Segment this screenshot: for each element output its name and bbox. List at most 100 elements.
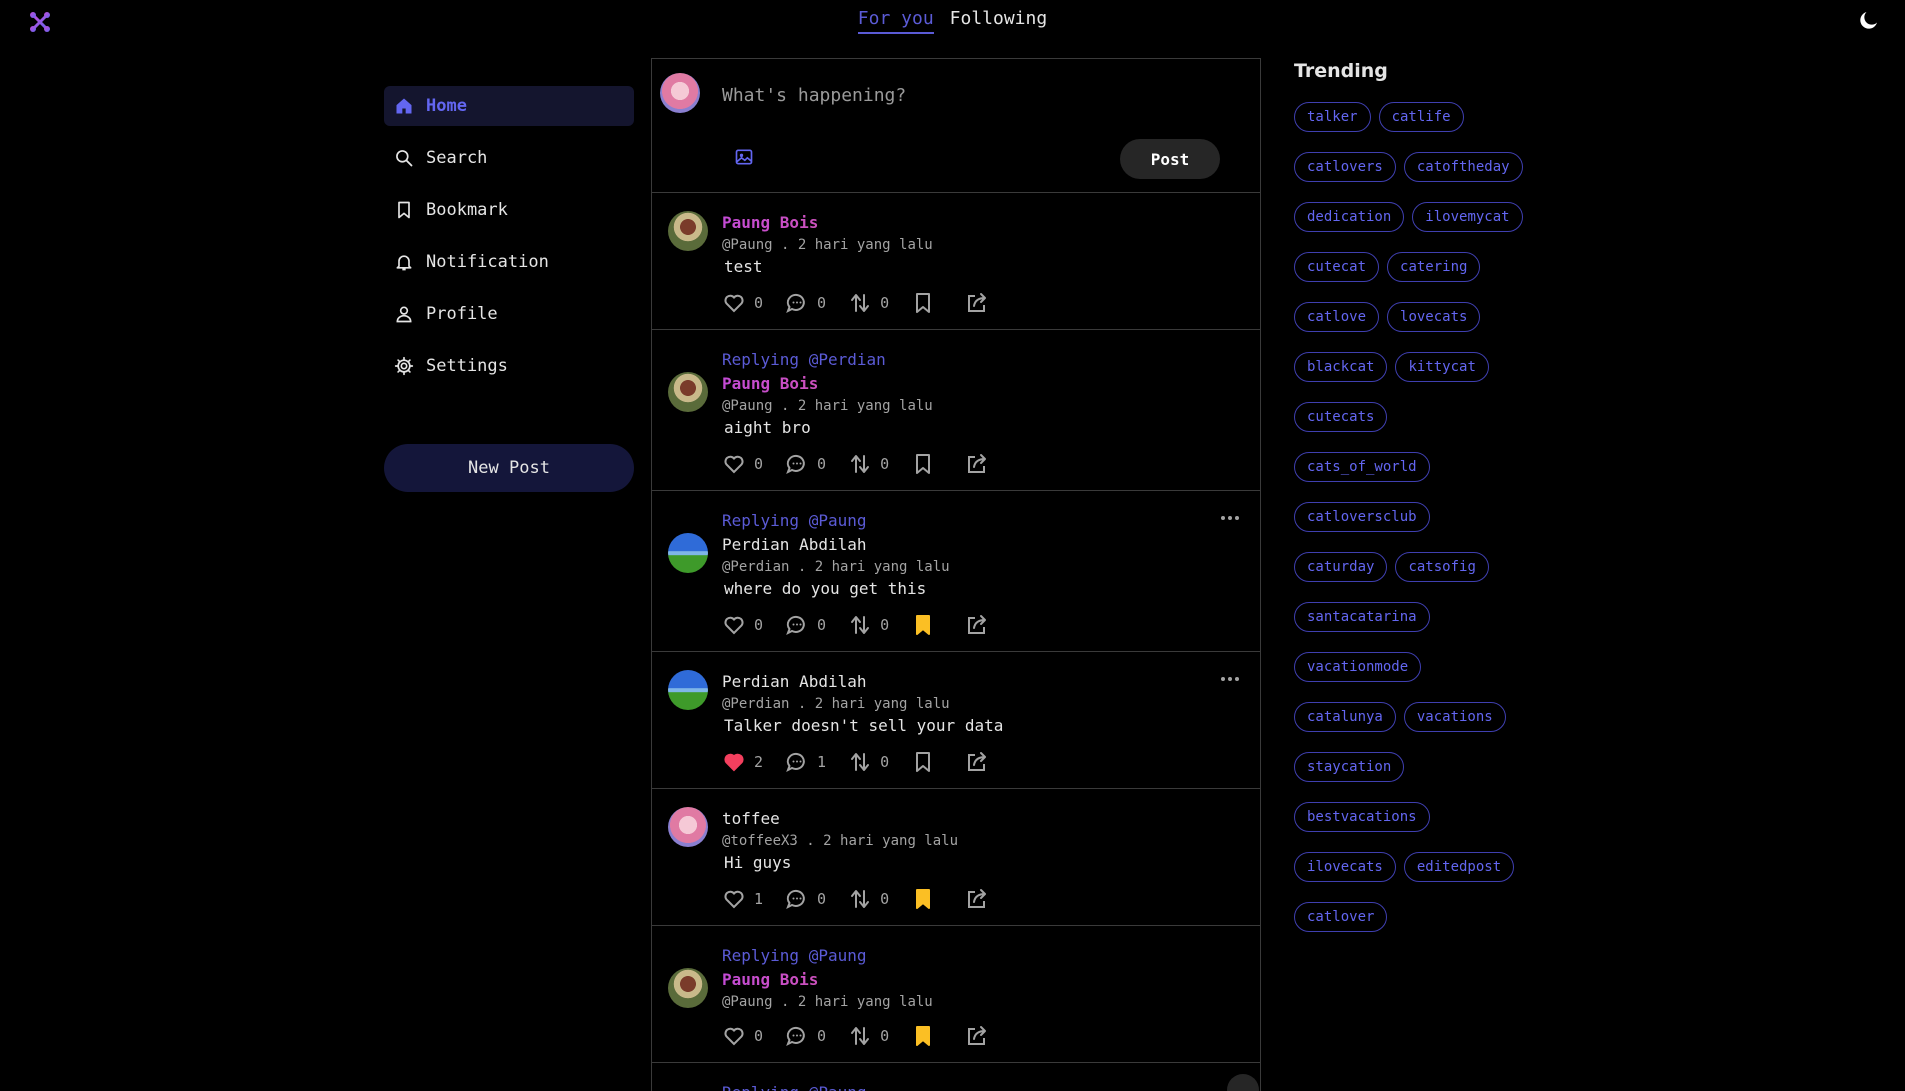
trending-tag[interactable]: catlover xyxy=(1294,902,1388,932)
trending-tag[interactable]: bestvacations xyxy=(1294,802,1430,832)
avatar[interactable] xyxy=(668,968,708,1008)
post-author[interactable]: Paung Bois xyxy=(722,372,1244,396)
like-button[interactable]: 0 xyxy=(722,452,763,476)
avatar[interactable] xyxy=(668,670,708,710)
post-item[interactable]: Replying @Paung Perdian Abdilah @Perdian… xyxy=(652,491,1260,652)
comment-button[interactable]: 0 xyxy=(785,887,826,911)
trending-tag[interactable]: catoftheday xyxy=(1403,152,1523,182)
trending-tag[interactable]: blackcat xyxy=(1294,352,1388,382)
composer-input[interactable] xyxy=(722,85,1222,106)
share-button[interactable] xyxy=(965,452,997,476)
like-button[interactable]: 0 xyxy=(722,613,763,637)
trending-tag[interactable]: santacatarina xyxy=(1294,602,1430,632)
new-post-button[interactable]: New Post xyxy=(384,444,634,492)
trending-tag[interactable]: dedication xyxy=(1294,202,1405,232)
trending-tag[interactable]: cats_of_world xyxy=(1294,452,1430,482)
replying-label[interactable]: Replying @Paung xyxy=(722,944,1244,968)
trending-tag[interactable]: lovecats xyxy=(1387,302,1481,332)
sidebar-item-bookmark[interactable]: Bookmark xyxy=(384,190,634,230)
trending-tag[interactable]: vacations xyxy=(1403,702,1506,732)
post-author[interactable]: toffee xyxy=(722,807,1244,831)
post-handle[interactable]: @Perdian xyxy=(722,696,789,712)
bookmark-button[interactable] xyxy=(911,291,943,315)
trending-tag[interactable]: cutecat xyxy=(1294,252,1380,282)
trending-tag[interactable]: ilovecats xyxy=(1294,852,1396,882)
comment-button[interactable]: 1 xyxy=(785,750,826,774)
bookmark-button[interactable] xyxy=(911,613,943,637)
post-item[interactable]: Replying @Perdian Paung Bois @Paung . 2 … xyxy=(652,330,1260,491)
avatar[interactable] xyxy=(668,533,708,573)
avatar[interactable] xyxy=(660,73,700,113)
share-button[interactable] xyxy=(965,613,997,637)
trending-tag[interactable]: catlife xyxy=(1378,102,1464,132)
repost-button[interactable]: 0 xyxy=(848,1024,889,1048)
post-author[interactable]: Perdian Abdilah xyxy=(722,533,1244,557)
trending-tag[interactable]: editedpost xyxy=(1403,852,1515,882)
repost-button[interactable]: 0 xyxy=(848,613,889,637)
replying-label[interactable]: Replying @Paung xyxy=(722,509,1244,533)
post-author[interactable]: Paung Bois xyxy=(722,968,1244,992)
post-author[interactable]: Paung Bois xyxy=(722,211,1244,235)
like-button[interactable]: 0 xyxy=(722,291,763,315)
trending-tag[interactable]: catsofig xyxy=(1395,552,1489,582)
trending-tag[interactable]: ilovemycat xyxy=(1412,202,1523,232)
post-handle[interactable]: @Perdian xyxy=(722,559,789,575)
sidebar-item-settings[interactable]: Settings xyxy=(384,346,634,386)
post-item[interactable]: Replying @Paung Paung Bois @Paung . 2 ha… xyxy=(652,926,1260,1063)
comment-button[interactable]: 0 xyxy=(785,291,826,315)
trending-tag[interactable]: catlove xyxy=(1294,302,1380,332)
share-button[interactable] xyxy=(965,750,997,774)
more-options-icon[interactable] xyxy=(1220,513,1240,523)
repost-button[interactable]: 0 xyxy=(848,452,889,476)
bookmark-button[interactable] xyxy=(911,887,943,911)
comment-button[interactable]: 0 xyxy=(785,613,826,637)
sidebar-item-notification[interactable]: Notification xyxy=(384,242,634,282)
comment-button[interactable]: 0 xyxy=(785,452,826,476)
avatar[interactable] xyxy=(668,807,708,847)
more-options-icon[interactable] xyxy=(1220,674,1240,684)
moon-icon[interactable] xyxy=(1857,8,1881,32)
comment-button[interactable]: 0 xyxy=(785,1024,826,1048)
trending-tag[interactable]: vacationmode xyxy=(1294,652,1422,682)
repost-button[interactable]: 0 xyxy=(848,750,889,774)
post-handle[interactable]: @Paung xyxy=(722,398,773,414)
trending-tag[interactable]: catalunya xyxy=(1294,702,1396,732)
trending-tag[interactable]: staycation xyxy=(1294,752,1405,782)
sidebar-item-home[interactable]: Home xyxy=(384,86,634,126)
trending-tag[interactable]: talker xyxy=(1294,102,1371,132)
trending-tag[interactable]: catlovers xyxy=(1294,152,1396,182)
trending-tag[interactable]: catloversclub xyxy=(1294,502,1430,532)
replying-label[interactable]: Replying @Perdian xyxy=(722,348,1244,372)
replying-label[interactable]: Replying @Paung xyxy=(722,1081,1244,1091)
share-button[interactable] xyxy=(965,291,997,315)
share-button[interactable] xyxy=(965,1024,997,1048)
post-handle[interactable]: @Paung xyxy=(722,237,773,253)
avatar[interactable] xyxy=(668,211,708,251)
repost-button[interactable]: 0 xyxy=(848,887,889,911)
trending-tag[interactable]: cutecats xyxy=(1294,402,1388,432)
tab-following[interactable]: Following xyxy=(950,8,1048,34)
repost-button[interactable]: 0 xyxy=(848,291,889,315)
like-button[interactable]: 0 xyxy=(722,1024,763,1048)
sidebar-item-profile[interactable]: Profile xyxy=(384,294,634,334)
post-item[interactable]: Replying @Paung xyxy=(652,1063,1260,1091)
sidebar-item-search[interactable]: Search xyxy=(384,138,634,178)
post-item[interactable]: Perdian Abdilah @Perdian . 2 hari yang l… xyxy=(652,652,1260,789)
post-handle[interactable]: @Paung xyxy=(722,994,773,1010)
share-button[interactable] xyxy=(965,887,997,911)
bookmark-button[interactable] xyxy=(911,750,943,774)
tab-for-you[interactable]: For you xyxy=(857,8,934,34)
like-button[interactable]: 2 xyxy=(722,750,763,774)
trending-tag[interactable]: caturday xyxy=(1294,552,1388,582)
post-author[interactable]: Perdian Abdilah xyxy=(722,670,1244,694)
avatar[interactable] xyxy=(668,372,708,412)
like-button[interactable]: 1 xyxy=(722,887,763,911)
trending-tag[interactable]: catering xyxy=(1387,252,1481,282)
post-handle[interactable]: @toffeeX3 xyxy=(722,833,798,849)
post-item[interactable]: toffee @toffeeX3 . 2 hari yang lalu Hi g… xyxy=(652,789,1260,926)
bookmark-button[interactable] xyxy=(911,1024,943,1048)
post-button[interactable]: Post xyxy=(1120,139,1220,179)
trending-tag[interactable]: kittycat xyxy=(1395,352,1489,382)
image-icon[interactable] xyxy=(734,147,754,167)
bookmark-button[interactable] xyxy=(911,452,943,476)
